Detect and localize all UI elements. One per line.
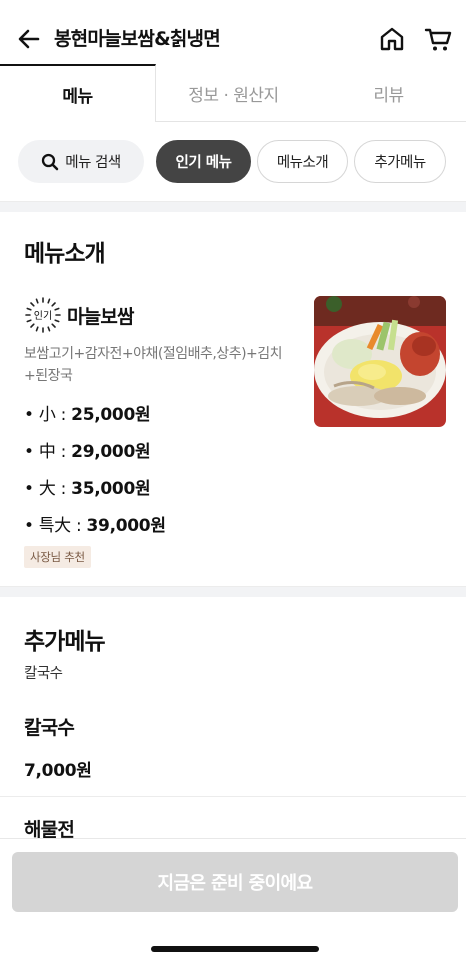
tab-menu[interactable]: 메뉴 [0,64,156,122]
price-value: 29,000원 [71,442,151,462]
tab-bar: 메뉴 정보 · 원산지 리뷰 [0,64,466,122]
price-option-medium: • 中 : 29,000원 [24,437,151,462]
home-icon[interactable] [378,25,406,53]
tab-info-origin[interactable]: 정보 · 원산지 [156,64,311,122]
section-divider [0,201,466,212]
chip-menu-intro[interactable]: 메뉴소개 [257,140,348,183]
menu-search-button[interactable]: 메뉴 검색 [18,140,144,183]
section-title-additional-menu: 추가메뉴 [24,629,106,655]
app-header: 봉현마늘보쌈&칡냉면 [0,0,466,66]
cart-icon[interactable] [424,25,452,53]
price-option-small: • 小 : 25,000원 [24,400,151,425]
owner-recommend-tag: 사장님 추천 [24,546,91,568]
menu-item-description: 보쌈고기+감자전+야채(절임배추,상추)+김치+된장국 [24,346,283,384]
section-divider [0,586,466,597]
menu-search-label: 메뉴 검색 [65,155,121,171]
section-title-menu-intro: 메뉴소개 [24,241,106,267]
menu-item-name[interactable]: 마늘보쌈 [67,302,135,329]
home-indicator [151,946,319,952]
page-title: 봉현마늘보쌈&칡냉면 [54,28,221,50]
menu-item-name[interactable]: 칼국수 [24,713,75,740]
order-button-disabled[interactable]: 지금은 준비 중이에요 [12,852,458,912]
section-subtitle: 칼국수 [24,666,63,682]
item-divider [0,796,466,797]
popular-badge-text: 인기 [34,310,52,322]
price-size-label: • 특大 : [24,516,87,536]
price-size-label: • 大 : [24,479,72,499]
tab-reviews[interactable]: 리뷰 [311,64,466,122]
price-value: 25,000원 [71,405,151,425]
chip-additional-menu[interactable]: 추가메뉴 [354,140,446,183]
popular-badge-icon: 인기 [25,297,61,333]
price-size-label: • 中 : [24,442,72,462]
menu-filter-chips: 메뉴 검색 인기 메뉴 메뉴소개 추가메뉴 [18,140,446,184]
arrow-left-icon[interactable] [16,26,42,52]
price-value: 35,000원 [71,479,151,499]
price-option-xlarge: • 특大 : 39,000원 [24,511,166,536]
price-size-label: • 小 : [24,405,72,425]
chip-popular-menu[interactable]: 인기 메뉴 [156,140,251,183]
menu-item-photo[interactable] [314,296,446,427]
menu-item-price: 7,000원 [24,761,92,781]
price-value: 39,000원 [86,516,166,536]
price-option-large: • 大 : 35,000원 [24,474,151,499]
search-icon [42,153,59,170]
